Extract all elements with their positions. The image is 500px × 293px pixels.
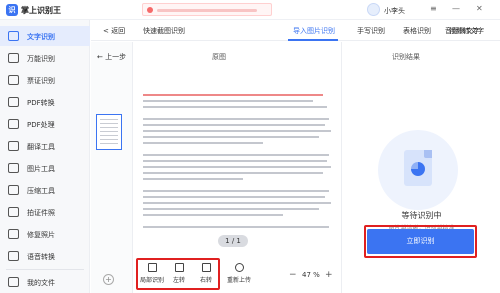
crop-recognize-label: 局部识别 bbox=[139, 277, 164, 284]
zoom-level: 47 % bbox=[302, 271, 320, 279]
waiting-status: 等待识别中 bbox=[401, 211, 442, 220]
crop-recognize-button[interactable]: 局部识别 bbox=[139, 263, 165, 287]
notice-icon bbox=[147, 7, 153, 13]
add-image-button[interactable]: + bbox=[103, 274, 114, 285]
tab-table[interactable]: 表格识别 bbox=[403, 26, 431, 36]
sidebar-item-label: PDF转换 bbox=[27, 99, 55, 107]
tab-import-image-recognition[interactable]: 导入图片识别 bbox=[293, 26, 335, 36]
notice-banner[interactable] bbox=[142, 3, 272, 16]
minimize-icon[interactable]: — bbox=[452, 4, 460, 14]
sidebar-item-label: 语音转换 bbox=[27, 253, 55, 261]
prev-step-button[interactable]: ← 上一步 bbox=[97, 52, 126, 62]
back-button[interactable]: < 返回 bbox=[103, 26, 125, 36]
rotate-left-button[interactable]: 左转 bbox=[166, 263, 192, 287]
speech-icon bbox=[8, 251, 19, 261]
tab-screenshot-recognition[interactable]: 快速截图识别 bbox=[143, 26, 185, 36]
sidebar-item-pdf-process[interactable]: PDF处理 bbox=[0, 114, 90, 134]
rotate-right-icon bbox=[201, 263, 211, 272]
rotate-right-label: 右转 bbox=[199, 277, 212, 284]
document-progress-icon bbox=[404, 150, 432, 186]
ticket-icon bbox=[8, 75, 19, 85]
document-preview bbox=[137, 70, 335, 250]
avatar[interactable] bbox=[367, 3, 380, 16]
id-photo-icon bbox=[8, 207, 19, 217]
sidebar-item-label: 票证识别 bbox=[27, 77, 55, 85]
tab-active-indicator bbox=[288, 39, 338, 41]
reupload-button[interactable]: 重新上传 bbox=[224, 263, 254, 287]
folder-icon bbox=[8, 277, 19, 287]
sidebar-item-label: 万能识别 bbox=[27, 55, 55, 63]
page-thumbnail[interactable] bbox=[96, 114, 122, 150]
sidebar-item-compress[interactable]: 压缩工具 bbox=[0, 180, 90, 200]
repair-photo-icon bbox=[8, 229, 19, 239]
sidebar-item-label: 修复照片 bbox=[27, 231, 55, 239]
sidebar-item-text-recognition[interactable]: 文字识别 bbox=[0, 26, 90, 46]
compress-icon bbox=[8, 185, 19, 195]
sidebar-item-translate[interactable]: 翻译工具 bbox=[0, 136, 90, 156]
zoom-in-button[interactable]: + bbox=[325, 270, 333, 280]
result-title: 识别结果 bbox=[392, 53, 420, 61]
image-icon bbox=[8, 163, 19, 173]
rotate-right-button[interactable]: 右转 bbox=[193, 263, 219, 287]
sidebar-item-label: 我的文件 bbox=[27, 279, 55, 287]
sidebar: 文字识别 万能识别 票证识别 PDF转换 PDF处理 翻译工具 图片工具 压缩工… bbox=[0, 20, 90, 293]
sidebar-item-ticket-recognition[interactable]: 票证识别 bbox=[0, 70, 90, 90]
sidebar-item-label: 压缩工具 bbox=[27, 187, 55, 195]
zoom-out-button[interactable]: − bbox=[289, 270, 297, 280]
text-recognition-icon bbox=[8, 31, 19, 41]
rotate-left-icon bbox=[174, 263, 184, 272]
notice-text-placeholder bbox=[157, 9, 257, 12]
sidebar-item-label: 拍证件照 bbox=[27, 209, 55, 217]
sidebar-item-my-files[interactable]: 我的文件 bbox=[0, 272, 90, 292]
menu-icon[interactable]: ≡ bbox=[430, 4, 437, 14]
thumbnail-panel: ← 上一步 + bbox=[91, 42, 133, 293]
sidebar-item-label: 翻译工具 bbox=[27, 143, 55, 151]
sidebar-item-id-photo[interactable]: 拍证件照 bbox=[0, 202, 90, 222]
sidebar-divider bbox=[6, 269, 84, 270]
crop-icon bbox=[147, 263, 157, 272]
start-recognition-button[interactable]: 立即识别 bbox=[367, 229, 474, 254]
sidebar-item-image-tools[interactable]: 图片工具 bbox=[0, 158, 90, 178]
close-icon[interactable]: ✕ bbox=[476, 4, 483, 14]
app-title: 掌上识别王 bbox=[21, 6, 61, 15]
sidebar-item-speech[interactable]: 语音转换 bbox=[0, 246, 90, 266]
sidebar-item-label: 文字识别 bbox=[27, 33, 55, 41]
refresh-icon bbox=[234, 263, 244, 272]
app-logo: 识 bbox=[6, 4, 18, 16]
sidebar-item-repair-photo[interactable]: 修复照片 bbox=[0, 224, 90, 244]
scan-icon bbox=[8, 53, 19, 63]
tab-handwriting[interactable]: 手写识别 bbox=[357, 26, 385, 36]
original-image-title: 原图 bbox=[212, 53, 226, 61]
sidebar-item-label: 图片工具 bbox=[27, 165, 55, 173]
user-name[interactable]: 小李头 bbox=[384, 6, 405, 16]
translate-icon bbox=[8, 141, 19, 151]
sidebar-item-pdf-convert[interactable]: PDF转换 bbox=[0, 92, 90, 112]
sidebar-item-universal-recognition[interactable]: 万能识别 bbox=[0, 48, 90, 68]
title-bar: 识 掌上识别王 小李头 ≡ — ✕ bbox=[0, 0, 500, 20]
reupload-label: 重新上传 bbox=[226, 277, 251, 284]
pdf-process-icon bbox=[8, 119, 19, 129]
tab-bar: < 返回 快速截图识别 导入图片识别 手写识别 表格识别 音频转文字 bbox=[91, 20, 500, 41]
sidebar-item-label: PDF处理 bbox=[27, 121, 55, 129]
rotate-left-label: 左转 bbox=[172, 277, 185, 284]
tab-video-to-text[interactable]: 视频转文字 bbox=[449, 26, 484, 36]
page-indicator: 1 / 1 bbox=[218, 235, 248, 247]
pdf-convert-icon bbox=[8, 97, 19, 107]
